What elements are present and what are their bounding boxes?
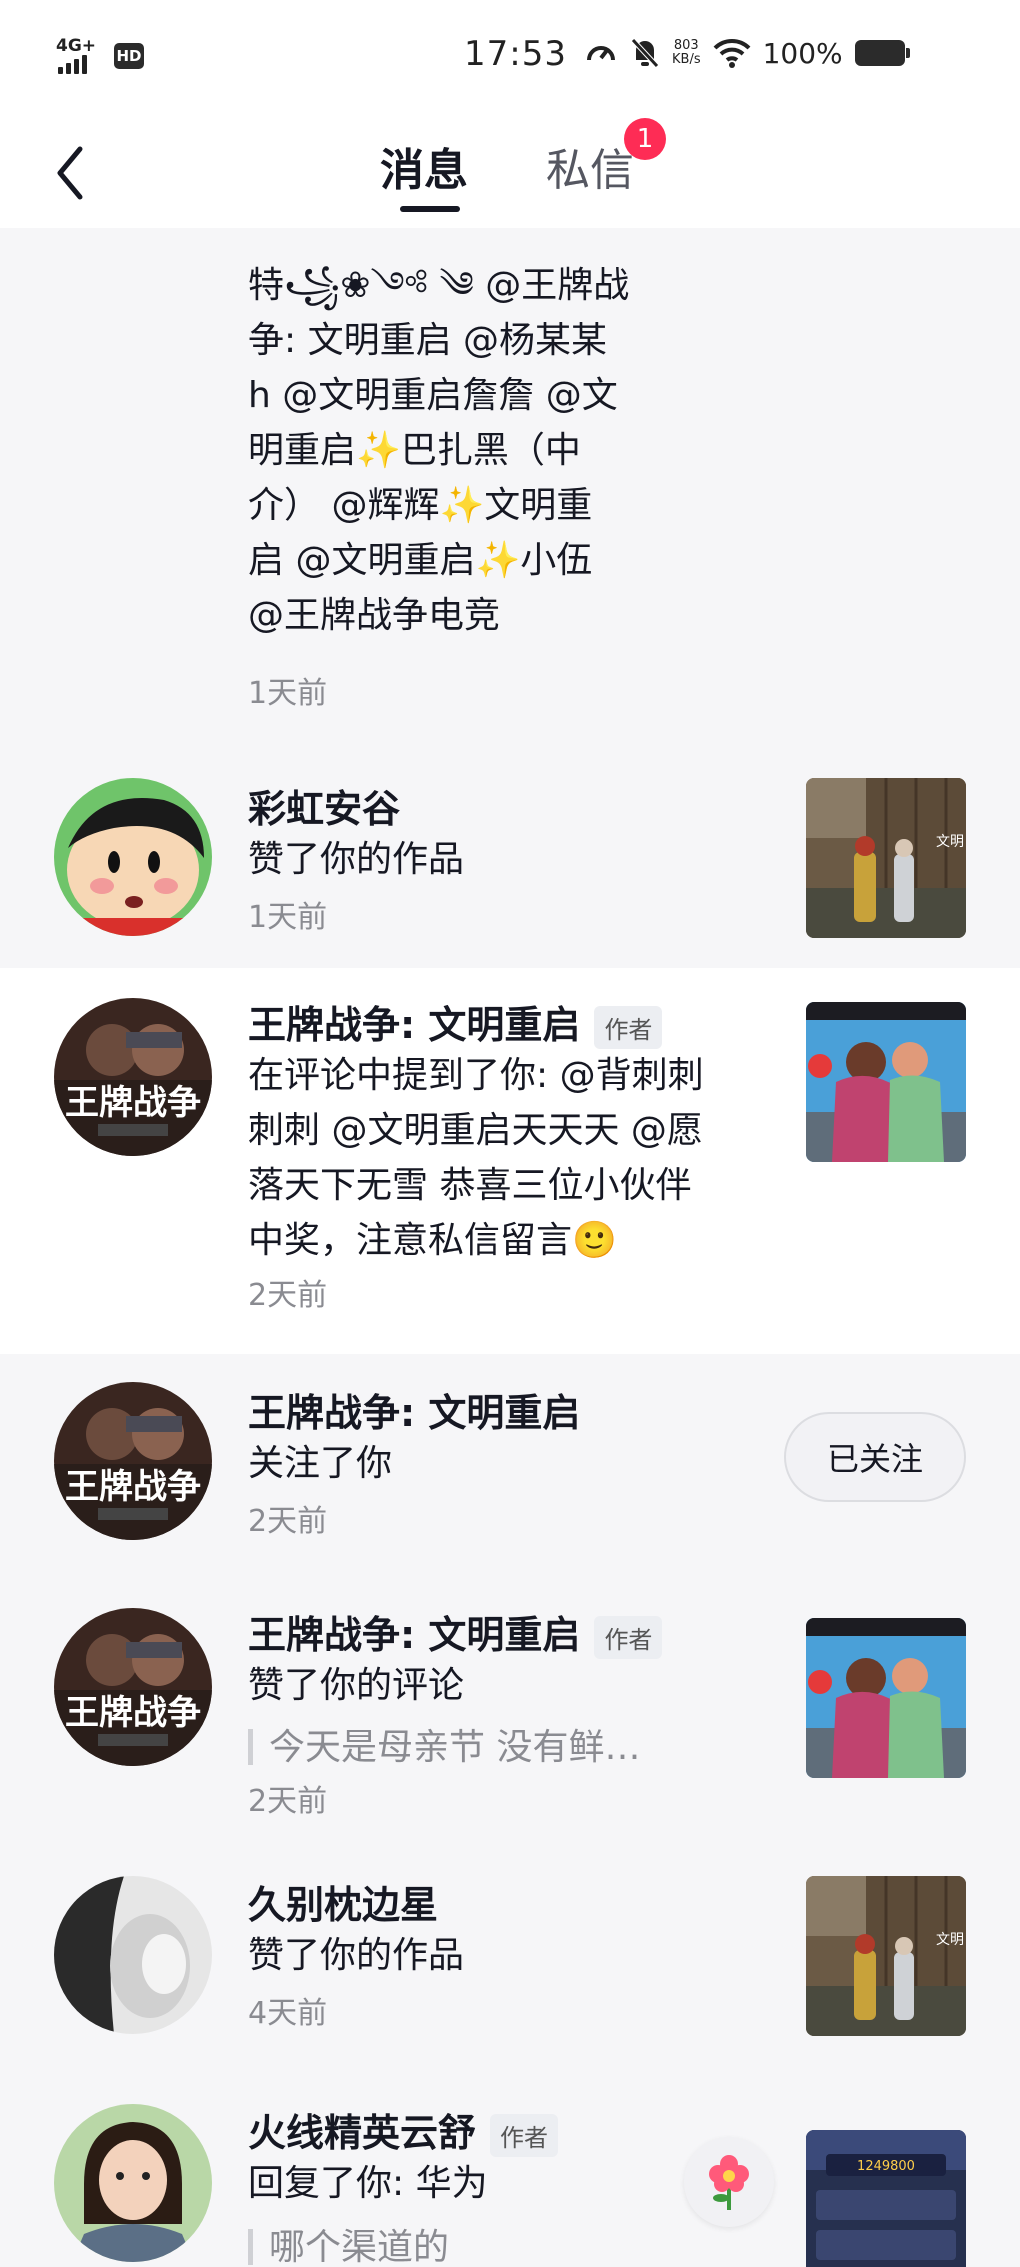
active-tab-indicator bbox=[400, 206, 460, 212]
couple-thumb bbox=[806, 1618, 966, 1778]
following-button[interactable]: 已关注 bbox=[784, 1412, 966, 1502]
sender-name[interactable]: 王牌战争: 文明重启 作者 bbox=[248, 1604, 663, 1659]
cell-signal-icon: 4G+ bbox=[56, 36, 100, 74]
video-thumbnail[interactable]: 文明 bbox=[806, 1876, 966, 2036]
tab-messages[interactable]: 消息 bbox=[380, 134, 468, 198]
avatar[interactable]: 王牌战争 bbox=[54, 1608, 212, 1766]
game-logo-avatar: 王牌战争 bbox=[54, 1608, 212, 1766]
sender-name-text: 王牌战争: 文明重启 bbox=[248, 1613, 581, 1657]
net-speed: 803 KB/s bbox=[672, 39, 701, 67]
game-screenshot-thumb: 文明 bbox=[806, 778, 966, 938]
sender-name[interactable]: 彩虹安谷 bbox=[248, 778, 400, 833]
game-logo-avatar: 王牌战争 bbox=[54, 998, 212, 1156]
girl-avatar-image bbox=[54, 2104, 212, 2262]
timestamp: 1天前 bbox=[248, 900, 328, 935]
thumb-label: 文明 bbox=[936, 1932, 964, 1948]
mute-bell-icon bbox=[631, 38, 659, 68]
video-thumbnail[interactable] bbox=[806, 1002, 966, 1162]
avatar-logo-text: 王牌战争 bbox=[65, 1693, 201, 1733]
sender-name-text: 火线精英云舒 bbox=[248, 2111, 477, 2155]
game-ui-thumb: 1249800 bbox=[806, 2130, 966, 2267]
list-item[interactable]: 王牌战争 王牌战争: 文明重启 关注了你 2天前 已关注 bbox=[0, 1354, 1020, 1578]
action-text: 回复了你: 华为 bbox=[248, 2163, 488, 2204]
timestamp: 2天前 bbox=[248, 1784, 328, 1819]
monochrome-avatar-image bbox=[54, 1876, 212, 2034]
list-item[interactable]: 特꧁❀༺ ༄ @王牌战 争: 文明重启 @杨某某 h @文明重启詹詹 @文 明重… bbox=[0, 228, 1020, 711]
status-right: 803 KB/s 100% bbox=[584, 36, 910, 70]
action-text: 赞了你的作品 bbox=[248, 1935, 465, 1976]
avatar[interactable] bbox=[54, 2104, 212, 2262]
video-thumbnail[interactable]: 1249800 bbox=[806, 2130, 966, 2267]
sender-name[interactable]: 王牌战争: 文明重启 bbox=[248, 1382, 580, 1437]
network-type: 4G+ bbox=[56, 36, 97, 56]
status-bar: 4G+ HD 17:53 803 KB/s 100% bbox=[0, 0, 1020, 118]
action-text: 赞了你的评论 bbox=[248, 1665, 465, 1706]
thumb-score: 1249800 bbox=[857, 2159, 915, 2174]
sender-name[interactable]: 久别枕边星 bbox=[248, 1874, 438, 1929]
timestamp: 4天前 bbox=[248, 1996, 328, 2031]
tab-direct-messages[interactable]: 私信 bbox=[546, 134, 634, 198]
author-tag: 作者 bbox=[594, 1616, 663, 1659]
list-item[interactable]: 彩虹安谷 赞了你的作品 1天前 文明 bbox=[0, 738, 1020, 968]
list-item[interactable]: 王牌战争 王牌战争: 文明重启 作者 赞了你的评论 今天是母亲节 没有鲜… 2天前 bbox=[0, 1578, 1020, 1836]
game-logo-avatar: 王牌战争 bbox=[54, 1382, 212, 1540]
thumb-label: 文明 bbox=[936, 834, 964, 850]
avatar[interactable]: 王牌战争 bbox=[54, 998, 212, 1156]
mention-text: 特꧁❀༺ ༄ @王牌战 争: 文明重启 @杨某某 h @文明重启詹詹 @文 明重… bbox=[248, 265, 630, 636]
couple-thumb bbox=[806, 1002, 966, 1162]
avatar[interactable] bbox=[54, 778, 212, 936]
author-tag: 作者 bbox=[594, 1006, 663, 1049]
sender-name-text: 王牌战争: 文明重启 bbox=[248, 1003, 581, 1047]
speedometer-icon bbox=[587, 46, 615, 61]
list-item[interactable]: 王牌战争 王牌战争: 文明重启 作者 在评论中提到了你: @背刺刺 刺刺 @文明重… bbox=[0, 968, 1020, 1354]
quoted-comment: 今天是母亲节 没有鲜… bbox=[248, 1718, 640, 1770]
status-left: 4G+ HD bbox=[56, 36, 144, 74]
back-button[interactable] bbox=[40, 138, 100, 208]
game-screenshot-thumb: 文明 bbox=[806, 1876, 966, 2036]
cartoon-avatar-image bbox=[54, 778, 212, 936]
avatar[interactable]: 王牌战争 bbox=[54, 1382, 212, 1540]
header: 消息 私信 1 bbox=[0, 118, 1020, 228]
chevron-left-icon bbox=[57, 146, 83, 200]
list-item[interactable]: 久别枕边星 赞了你的作品 4天前 文明 bbox=[0, 1836, 1020, 2064]
hd-icon: HD bbox=[114, 43, 144, 69]
sender-name[interactable]: 王牌战争: 文明重启 作者 bbox=[248, 994, 663, 1049]
flower-icon bbox=[709, 2155, 749, 2210]
net-speed-unit: KB/s bbox=[672, 52, 701, 67]
net-speed-value: 803 bbox=[673, 38, 699, 53]
timestamp: 2天前 bbox=[248, 1278, 328, 1313]
timestamp: 2天前 bbox=[248, 1504, 328, 1539]
avatar-logo-text: 王牌战争 bbox=[65, 1467, 201, 1507]
floating-flower-button[interactable] bbox=[684, 2137, 774, 2227]
avatar-logo-text: 王牌战争 bbox=[65, 1083, 201, 1123]
timestamp: 1天前 bbox=[248, 676, 328, 711]
battery-icon bbox=[854, 40, 910, 66]
battery-percent: 100% bbox=[762, 36, 843, 70]
list-item[interactable]: 火线精英云舒 作者 回复了你: 华为 哪个渠道的 1249800 bbox=[0, 2064, 1020, 2267]
author-tag: 作者 bbox=[490, 2114, 559, 2157]
clock: 17:53 bbox=[464, 34, 567, 74]
quoted-comment: 哪个渠道的 bbox=[248, 2218, 449, 2267]
action-text: 赞了你的作品 bbox=[248, 839, 465, 880]
avatar[interactable] bbox=[54, 1876, 212, 2034]
dm-unread-badge: 1 bbox=[624, 118, 666, 160]
video-thumbnail[interactable] bbox=[806, 1618, 966, 1778]
mention-text: 在评论中提到了你: @背刺刺 刺刺 @文明重启天天天 @愿 落天下无雪 恭喜三位… bbox=[248, 1055, 704, 1261]
action-text: 关注了你 bbox=[248, 1443, 393, 1484]
wifi-icon bbox=[713, 38, 751, 68]
sender-name[interactable]: 火线精英云舒 作者 bbox=[248, 2102, 559, 2157]
video-thumbnail[interactable]: 文明 bbox=[806, 778, 966, 938]
